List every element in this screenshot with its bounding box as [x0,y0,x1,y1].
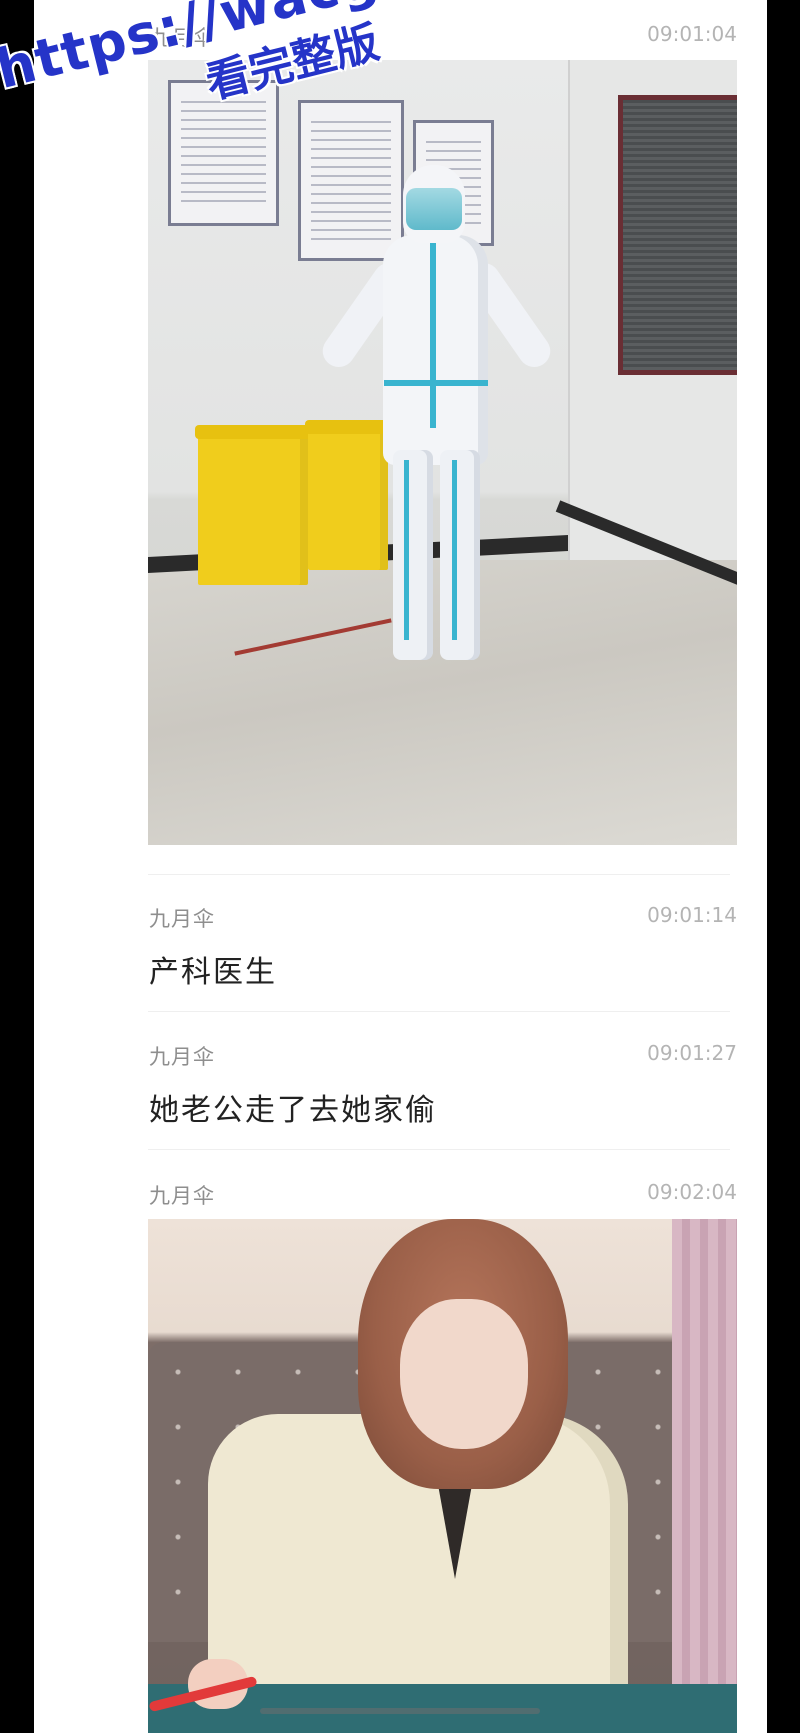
photo-poster [298,100,404,261]
photo-leg [393,450,433,660]
photo-bin [195,425,311,585]
photo-window [618,95,737,375]
chat-screen: 九月伞 09:01:04 九月伞 09:01:14 产科医生 九月伞 09:01… [0,0,800,1733]
photo-leg [440,450,480,660]
message-divider [148,1149,730,1150]
message-divider [148,1011,730,1012]
photo-tape [384,380,488,386]
home-indicator[interactable] [260,1708,540,1714]
message-time: 09:01:27 [647,1041,737,1065]
photo-visor [406,188,462,230]
message-photo[interactable] [148,60,737,845]
photo-bin [305,420,391,570]
message-meta: 九月伞 09:02:04 [115,1180,737,1210]
message-item: 九月伞 09:02:04 [115,1180,737,1210]
photo-curtain [672,1219,737,1733]
message-item: 九月伞 09:01:14 产科医生 [115,903,737,990]
message-photo[interactable] [148,1219,737,1733]
photo-tape [430,238,436,428]
sender-name: 九月伞 [149,1184,215,1208]
message-divider [148,874,730,875]
message-text: 产科医生 [149,955,277,990]
photo-tape [452,460,457,640]
sender-name: 九月伞 [149,907,215,931]
sender-name: 九月伞 [149,1045,215,1069]
photo-tape [404,460,409,640]
message-meta: 九月伞 09:01:14 [115,903,737,933]
message-time: 09:02:04 [647,1180,737,1204]
message-item: 九月伞 09:01:27 她老公走了去她家偷 [115,1041,737,1128]
message-text: 她老公走了去她家偷 [149,1093,437,1128]
message-meta: 九月伞 09:01:27 [115,1041,737,1071]
photo-face [400,1299,528,1449]
message-time: 09:01:04 [647,22,737,46]
message-time: 09:01:14 [647,903,737,927]
